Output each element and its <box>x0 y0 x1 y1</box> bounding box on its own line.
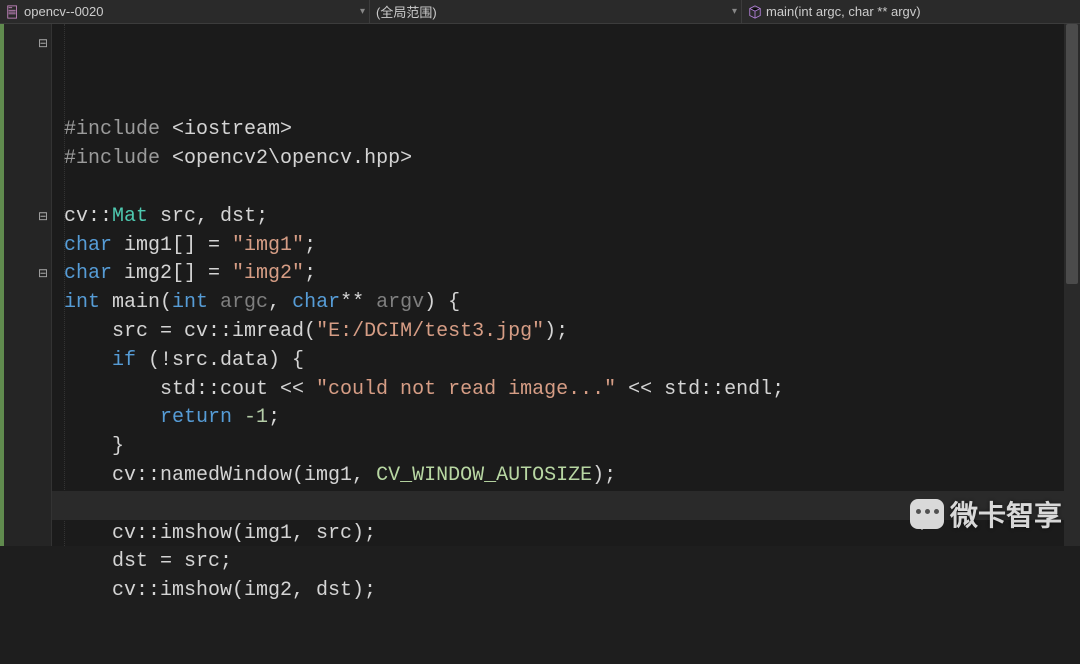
code-line[interactable]: } <box>52 433 1080 462</box>
token-param: argc <box>208 291 268 314</box>
token-id: ) { <box>424 291 460 314</box>
editor-gutter: ⊟ ⊟ ⊟ <box>0 24 52 546</box>
code-line[interactable]: char img2[] = "img2"; <box>52 260 1080 289</box>
file-code-icon <box>6 5 20 19</box>
code-line[interactable]: #include <opencv2\opencv.hpp> <box>52 145 1080 174</box>
code-editor[interactable]: ⊟⊟⊟ #include <iostream>#include <opencv2… <box>0 24 1080 546</box>
token-punc: ; <box>304 262 316 285</box>
token-kw: return <box>160 406 232 429</box>
code-area[interactable]: #include <iostream>#include <opencv2\ope… <box>52 24 1080 546</box>
token-str: "could not read image..." <box>316 378 616 401</box>
token-id: dst = src; <box>112 550 232 573</box>
vertical-scrollbar[interactable] <box>1064 24 1080 546</box>
token-id: (!src.data) { <box>136 349 304 372</box>
token-id: cv <box>64 205 88 228</box>
code-line[interactable]: int main(int argc, char** argv) { <box>52 289 1080 318</box>
token-pre: #include <box>64 147 172 170</box>
token-id: ); <box>544 320 568 343</box>
token-type: Mat <box>112 205 148 228</box>
code-line[interactable]: dst = src; <box>52 548 1080 577</box>
navigation-bar: opencv--0020 ▾ (全局范围) ▾ main(int argc, c… <box>0 0 1080 24</box>
scope-selector[interactable]: (全局范围) ▾ <box>370 0 742 23</box>
token-id: std::cout << <box>160 378 316 401</box>
code-line[interactable]: return -1; <box>52 404 1080 433</box>
watermark-text: 微卡智享 <box>950 494 1062 534</box>
chevron-down-icon: ▾ <box>360 6 365 17</box>
token-id: ; <box>268 406 280 429</box>
scrollbar-thumb[interactable] <box>1066 24 1078 284</box>
change-indicator <box>0 24 4 546</box>
code-line[interactable] <box>52 174 1080 203</box>
cube-purple-icon <box>748 5 762 19</box>
token-id: src, dst; <box>148 205 268 228</box>
token-kw: int <box>64 291 100 314</box>
token-param: argv <box>364 291 424 314</box>
code-line[interactable]: char img1[] = "img1"; <box>52 232 1080 261</box>
fold-toggle[interactable]: ⊟ <box>37 211 49 223</box>
token-str: "E:/DCIM/test3.jpg" <box>316 320 544 343</box>
token-enum: CV_WINDOW_AUTOSIZE <box>376 464 592 487</box>
code-line[interactable]: src = cv::imread("E:/DCIM/test3.jpg"); <box>52 318 1080 347</box>
token-id: << std::endl; <box>616 378 784 401</box>
project-selector[interactable]: opencv--0020 ▾ <box>0 0 370 23</box>
code-line[interactable]: std::cout << "could not read image..." <… <box>52 376 1080 405</box>
function-signature: main(int argc, char ** argv) <box>766 4 921 19</box>
function-selector[interactable]: main(int argc, char ** argv) <box>742 0 1080 23</box>
token-id: img2[] = <box>112 262 232 285</box>
code-line[interactable]: cv::namedWindow(img1, CV_WINDOW_AUTOSIZE… <box>52 462 1080 491</box>
token-id: } <box>112 435 124 458</box>
watermark: 微卡智享 <box>910 494 1062 534</box>
token-str: "img2" <box>232 262 304 285</box>
project-name: opencv--0020 <box>24 4 104 19</box>
code-line[interactable]: cv::imshow(img2, dst); <box>52 577 1080 606</box>
token-id: cv::namedWindow(img1, <box>112 464 376 487</box>
token-id: ); <box>592 464 616 487</box>
code-line[interactable]: if (!src.data) { <box>52 347 1080 376</box>
token-kw: char <box>64 234 112 257</box>
token-num: -1 <box>244 406 268 429</box>
token-id <box>232 406 244 429</box>
token-kw: char <box>64 262 112 285</box>
token-punc: ** <box>340 291 364 314</box>
wechat-icon <box>910 499 944 529</box>
token-kw: int <box>172 291 208 314</box>
token-id: main( <box>100 291 172 314</box>
token-punc: :: <box>88 205 112 228</box>
token-id: , <box>268 291 292 314</box>
fold-toggle[interactable]: ⊟ <box>37 38 49 50</box>
token-id: img1[] = <box>112 234 232 257</box>
code-line[interactable]: cv::Mat src, dst; <box>52 203 1080 232</box>
token-str: "img1" <box>232 234 304 257</box>
code-line[interactable]: #include <iostream> <box>52 116 1080 145</box>
token-pre: #include <box>64 118 172 141</box>
token-kw: char <box>292 291 340 314</box>
token-id: cv::imshow(img2, dst); <box>112 579 376 602</box>
scope-label: (全局范围) <box>376 2 437 21</box>
token-id: src = cv::imread( <box>112 320 316 343</box>
token-incp: <iostream> <box>172 118 292 141</box>
token-punc: ; <box>304 234 316 257</box>
token-kw: if <box>112 349 136 372</box>
fold-toggle[interactable]: ⊟ <box>37 268 49 280</box>
token-id: cv::imshow(img1, src); <box>112 522 376 545</box>
chevron-down-icon: ▾ <box>732 6 737 17</box>
token-incp: <opencv2\opencv.hpp> <box>172 147 412 170</box>
